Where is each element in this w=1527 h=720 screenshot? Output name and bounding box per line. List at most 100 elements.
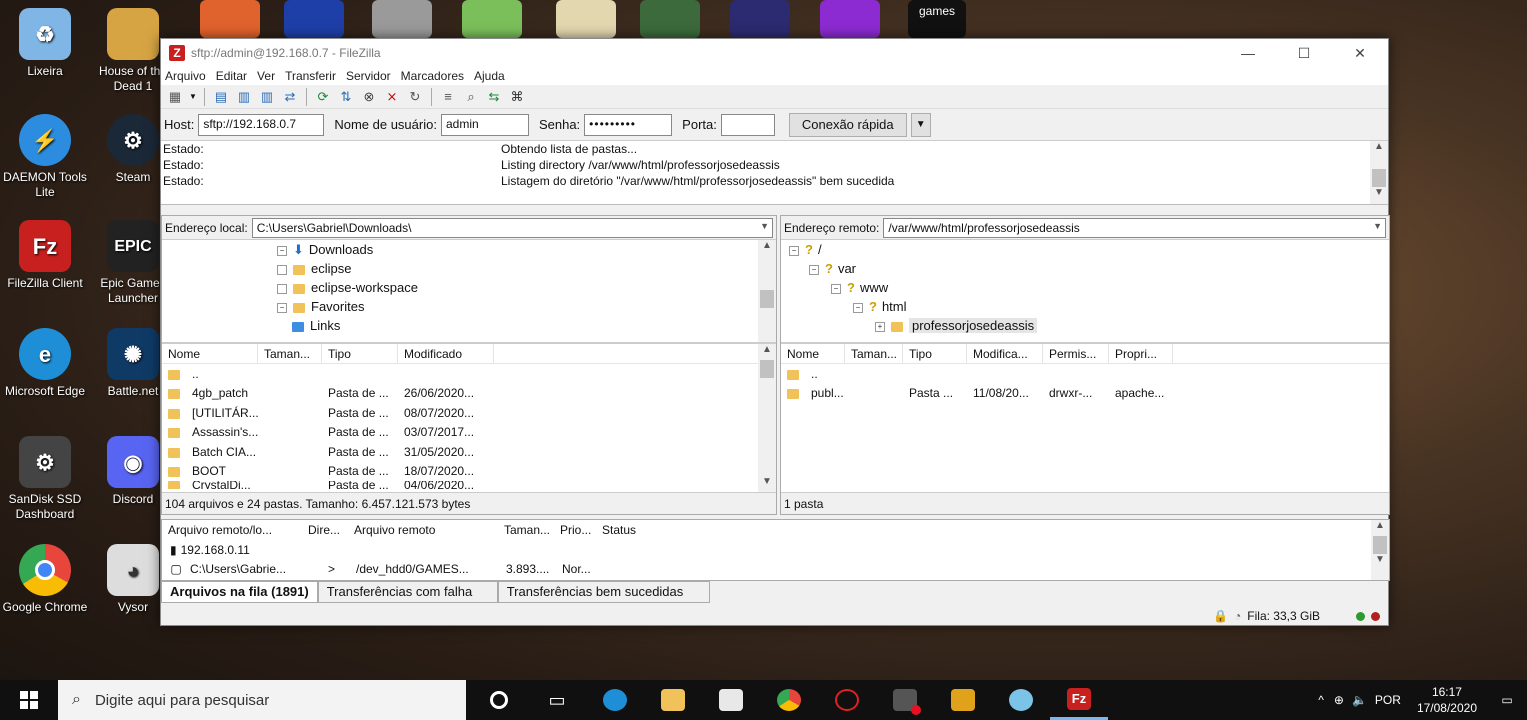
menu-marcadores[interactable]: Marcadores [401, 69, 464, 83]
toggle-local-tree-icon[interactable]: ▥ [234, 87, 254, 107]
taskbar-edge-icon[interactable] [586, 680, 644, 720]
taskbar-filezilla-icon[interactable]: Fz [1050, 680, 1108, 720]
host-input[interactable]: sftp://192.168.0.7 [198, 113, 325, 136]
column-status[interactable]: Status [596, 523, 656, 537]
column-permissoes[interactable]: Permis... [1043, 343, 1109, 364]
scroll-down-icon[interactable]: ▼ [1371, 554, 1389, 570]
collapse-icon[interactable]: − [277, 302, 287, 313]
compare-icon[interactable]: ⌕ [461, 87, 481, 107]
chevron-down-icon[interactable]: ▼ [760, 221, 769, 231]
document-icon[interactable] [556, 0, 616, 38]
network-icon[interactable]: ⊕ [1334, 693, 1344, 707]
tab-queued-files[interactable]: Arquivos na fila (1891) [161, 581, 318, 603]
desktop-icon-chrome[interactable]: Google Chrome [2, 544, 88, 615]
tree-item-var[interactable]: −? var [809, 259, 856, 278]
tree-item-eclipse-workspace[interactable]: eclipse-workspace [277, 278, 418, 297]
toggle-remote-tree-icon[interactable]: ▥ [257, 87, 277, 107]
chevron-up-icon[interactable]: ^ [1318, 693, 1324, 707]
scroll-up-icon[interactable]: ▲ [758, 240, 776, 256]
cancel-icon[interactable]: ⊗ [359, 87, 379, 107]
desktop-icon-filezilla[interactable]: Fz FileZilla Client [2, 220, 88, 291]
menu-servidor[interactable]: Servidor [346, 69, 391, 83]
tree-item-root[interactable]: −? / [789, 240, 822, 259]
list-item[interactable]: BOOT Pasta de ... 18/07/2020... [162, 462, 776, 482]
taskbar-chrome-icon[interactable] [760, 680, 818, 720]
chevron-down-icon[interactable]: ▼ [1373, 221, 1382, 231]
close-button[interactable]: ✕ [1332, 39, 1388, 67]
process-queue-icon[interactable]: ⇅ [336, 87, 356, 107]
scroll-thumb[interactable] [1373, 536, 1387, 554]
clock[interactable]: 16:17 17/08/2020 [1407, 684, 1487, 716]
list-item[interactable]: 4gb_patch Pasta de ... 26/06/2020... [162, 384, 776, 404]
asus-cpu-icon[interactable] [640, 0, 700, 38]
disconnect-icon[interactable]: ⨯ [382, 87, 402, 107]
scroll-up-icon[interactable]: ▲ [758, 344, 776, 360]
cortana-icon[interactable] [470, 680, 528, 720]
local-list-scrollbar[interactable]: ▲ ▼ [758, 344, 776, 492]
queue-item-row[interactable]: ▢ C:\Users\Gabrie... > /dev_hdd0/GAMES..… [162, 559, 1389, 578]
remote-address-input[interactable]: /var/www/html/professorjosedeassis ▼ [883, 217, 1386, 238]
collapse-icon[interactable]: − [809, 264, 819, 275]
collapse-icon[interactable]: − [789, 245, 799, 256]
filter-icon[interactable]: ≡ [438, 87, 458, 107]
taskbar-store-icon[interactable] [702, 680, 760, 720]
column-nome[interactable]: Nome [781, 343, 845, 364]
taskbar-whatsapp-icon[interactable] [876, 680, 934, 720]
menu-editar[interactable]: Editar [216, 69, 247, 83]
column-tamanho[interactable]: Taman... [258, 343, 322, 364]
task-view-icon[interactable]: ▭ [528, 680, 586, 720]
menu-transferir[interactable]: Transferir [285, 69, 336, 83]
column-proprietario[interactable]: Propri... [1109, 343, 1173, 364]
tree-item-eclipse[interactable]: eclipse [277, 259, 351, 278]
collapse-icon[interactable]: − [853, 302, 863, 313]
file-icon[interactable] [462, 0, 522, 38]
tree-item-professorjosedeassis[interactable]: + professorjosedeassis [875, 316, 1038, 335]
column-modificado[interactable]: Modificado [398, 343, 494, 364]
desktop-icon-edge[interactable]: e Microsoft Edge [2, 328, 88, 399]
list-item[interactable]: [UTILITÁR... Pasta de ... 08/07/2020... [162, 403, 776, 423]
desktop-icon-lixeira[interactable]: ♻ Lixeira [2, 8, 88, 79]
tab-failed-transfers[interactable]: Transferências com falha [317, 581, 498, 603]
log-scrollbar[interactable]: ▲ ▼ [1370, 141, 1388, 204]
expand-icon[interactable] [277, 264, 287, 275]
menu-ver[interactable]: Ver [257, 69, 275, 83]
tree-item-html[interactable]: −? html [853, 297, 907, 316]
list-item[interactable]: publ... Pasta ... 11/08/20... drwxr-... … [781, 384, 1389, 404]
site-manager-icon[interactable]: ▦ [165, 87, 185, 107]
tab-successful-transfers[interactable]: Transferências bem sucedidas [497, 581, 710, 603]
column-remote-file[interactable]: Arquivo remoto [348, 523, 498, 537]
tree-item-favorites[interactable]: − Favorites [277, 297, 364, 316]
scroll-up-icon[interactable]: ▲ [1370, 141, 1388, 157]
list-item[interactable]: .. [781, 364, 1389, 384]
eclipse-icon[interactable] [730, 0, 790, 38]
list-item[interactable]: .. [162, 364, 776, 384]
taskbar-game-icon[interactable] [934, 680, 992, 720]
disc-icon[interactable] [372, 0, 432, 38]
app-shortcut-icon[interactable] [200, 0, 260, 38]
column-tamanho[interactable]: Taman... [845, 343, 903, 364]
port-input[interactable] [720, 113, 775, 136]
taskbar-app-icon[interactable] [818, 680, 876, 720]
circle-app-icon[interactable] [820, 0, 880, 38]
list-item[interactable]: Assassin's... Pasta de ... 03/07/2017... [162, 423, 776, 443]
minimize-button[interactable]: — [1220, 39, 1276, 67]
expand-icon[interactable]: + [875, 321, 885, 332]
column-modificado[interactable]: Modifica... [967, 343, 1043, 364]
menu-arquivo[interactable]: Arquivo [165, 69, 206, 83]
maximize-button[interactable]: ☐ [1276, 39, 1332, 67]
tree-item-links[interactable]: Links [292, 316, 340, 335]
taskbar-explorer-icon[interactable] [644, 680, 702, 720]
column-direction[interactable]: Dire... [302, 523, 348, 537]
taskbar-paint-icon[interactable] [992, 680, 1050, 720]
collapse-icon[interactable]: − [277, 245, 287, 256]
malwarebytes-icon[interactable] [284, 0, 344, 38]
scroll-thumb[interactable] [760, 360, 774, 378]
tree-item-www[interactable]: −? www [831, 278, 888, 297]
title-bar[interactable]: Z sftp://admin@192.168.0.7 - FileZilla —… [161, 39, 1388, 67]
scroll-thumb[interactable] [1372, 169, 1386, 187]
menu-ajuda[interactable]: Ajuda [474, 69, 505, 83]
start-button[interactable] [0, 680, 58, 720]
taskbar-search-box[interactable]: ⌕ Digite aqui para pesquisar [58, 680, 466, 720]
tree-item-downloads[interactable]: − ⬇ Downloads [277, 240, 373, 259]
queue-server-row[interactable]: ▮ 192.168.0.11 [162, 540, 1389, 559]
